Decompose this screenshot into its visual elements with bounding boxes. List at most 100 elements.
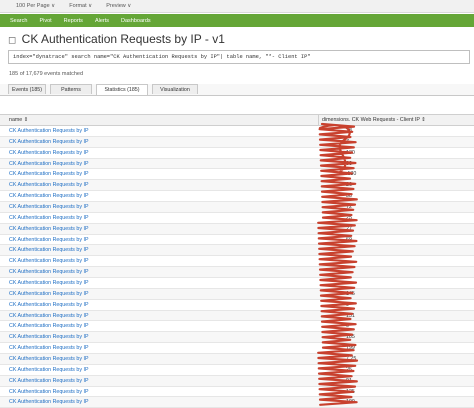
- row-client-ip: 0: [346, 323, 349, 330]
- row-client-ip: 9: [346, 301, 349, 308]
- nav-item-reports[interactable]: Reports: [64, 18, 83, 24]
- row-name-link[interactable]: CK Authentication Requests by IP: [9, 226, 89, 232]
- row-name-link[interactable]: CK Authentication Requests by IP: [9, 334, 89, 340]
- search-input[interactable]: index="dynatrace" search name="CK Authen…: [8, 50, 470, 64]
- table-row: CK Authentication Requests by IP 9: [0, 300, 474, 311]
- row-client-ip: 130: [346, 149, 355, 156]
- results-tabs: Events (185) Patterns Statistics (185) V…: [0, 84, 474, 96]
- row-client-ip: 25: [346, 366, 352, 373]
- row-client-ip: 145: [346, 290, 355, 297]
- per-page-dropdown[interactable]: 100 Per Page ∨: [16, 3, 55, 9]
- table-row: CK Authentication Requests by IP 69: [0, 235, 474, 246]
- nav-item-search[interactable]: Search: [10, 18, 27, 24]
- row-name-link[interactable]: CK Authentication Requests by IP: [9, 139, 89, 145]
- table-row: CK Authentication Requests by IP 38: [0, 191, 474, 203]
- nav-item-pivot[interactable]: Pivot: [39, 18, 51, 24]
- table-row: CK Authentication Requests by IP 91: [0, 375, 474, 387]
- row-client-ip: 185: [346, 334, 355, 341]
- row-name-link[interactable]: CK Authentication Requests by IP: [9, 399, 89, 405]
- results-toolbar: 100 Per Page ∨ Format ∨ Preview ∨: [0, 0, 474, 13]
- row-name-link[interactable]: CK Authentication Requests by IP: [9, 204, 89, 210]
- page-title: CK Authentication Requests by IP - v1: [21, 32, 225, 46]
- preview-dropdown[interactable]: Preview ∨: [106, 3, 131, 9]
- tab-patterns[interactable]: Patterns: [50, 84, 92, 94]
- row-name-link[interactable]: CK Authentication Requests by IP: [9, 182, 89, 188]
- row-client-ip: 131: [346, 312, 355, 319]
- row-name-link[interactable]: CK Authentication Requests by IP: [9, 378, 89, 384]
- tab-statistics[interactable]: Statistics (185): [96, 84, 148, 95]
- row-client-ip: 69: [346, 236, 352, 243]
- table-row: CK Authentication Requests by IP 25: [0, 213, 474, 224]
- table-row: CK Authentication Requests by IP: [0, 256, 474, 268]
- row-name-link[interactable]: CK Authentication Requests by IP: [9, 247, 89, 253]
- row-name-link[interactable]: CK Authentication Requests by IP: [9, 356, 89, 362]
- table-row: CK Authentication Requests by IP 125: [0, 387, 474, 398]
- table-row: CK Authentication Requests by IP 25: [0, 365, 474, 376]
- table-row: CK Authentication Requests by IP 27: [0, 223, 474, 235]
- row-client-ip: .130: [346, 171, 357, 178]
- row-name-link[interactable]: CK Authentication Requests by IP: [9, 345, 89, 351]
- tab-events[interactable]: Events (185): [8, 84, 46, 94]
- page-title-row: ◻ CK Authentication Requests by IP - v1: [8, 32, 225, 46]
- row-client-ip: 27: [346, 225, 352, 232]
- table-body: CK Authentication Requests by IP 28 CK Aut…: [0, 126, 474, 408]
- tab-visualization[interactable]: Visualization: [152, 84, 198, 94]
- row-name-link[interactable]: CK Authentication Requests by IP: [9, 269, 89, 275]
- table-row: CK Authentication Requests by IP 199: [0, 343, 474, 355]
- table-row: CK Authentication Requests by IP: [0, 245, 474, 257]
- row-client-ip: 125: [346, 388, 355, 395]
- table-row: CK Authentication Requests by IP: [0, 278, 474, 289]
- row-name-link[interactable]: CK Authentication Requests by IP: [9, 367, 89, 373]
- row-name-link[interactable]: CK Authentication Requests by IP: [9, 313, 89, 319]
- row-client-ip: 28: [346, 128, 352, 134]
- row-client-ip: 25: [346, 214, 352, 221]
- row-client-ip: 199: [346, 345, 355, 352]
- nav-item-alerts[interactable]: Alerts: [95, 18, 109, 24]
- table-row: CK Authentication Requests by IP 72: [0, 202, 474, 213]
- table-row: CK Authentication Requests by IP 7.25: [0, 354, 474, 365]
- row-name-link[interactable]: CK Authentication Requests by IP: [9, 291, 89, 297]
- row-name-link[interactable]: CK Authentication Requests by IP: [9, 302, 89, 308]
- column-header-name[interactable]: name ⇕: [9, 117, 28, 123]
- column-header-client-ip[interactable]: dimensions. CK Web Requests - Client IP …: [322, 117, 426, 123]
- row-name-link[interactable]: CK Authentication Requests by IP: [9, 161, 89, 167]
- column-divider: [318, 115, 319, 125]
- table-row: CK Authentication Requests by IP 7: [0, 136, 474, 148]
- row-name-link[interactable]: CK Authentication Requests by IP: [9, 280, 89, 286]
- statistics-table: name ⇕ dimensions. CK Web Requests - Cli…: [0, 114, 474, 408]
- row-client-ip: 91: [346, 377, 352, 384]
- table-row: CK Authentication Requests by IP 199: [0, 397, 474, 408]
- row-client-ip: 7: [346, 138, 349, 145]
- row-client-ip: 38: [346, 193, 352, 200]
- events-matched-count: 185 of 17,679 events matched: [9, 71, 83, 77]
- row-name-link[interactable]: CK Authentication Requests by IP: [9, 150, 89, 156]
- table-row: CK Authentication Requests by IP .130: [0, 169, 474, 181]
- row-name-link[interactable]: CK Authentication Requests by IP: [9, 215, 89, 221]
- row-name-link[interactable]: CK Authentication Requests by IP: [9, 323, 89, 329]
- table-row: CK Authentication Requests by IP 0: [0, 321, 474, 333]
- row-client-ip: 30: [346, 160, 352, 167]
- row-name-link[interactable]: CK Authentication Requests by IP: [9, 389, 89, 395]
- table-row: CK Authentication Requests by IP 185: [0, 332, 474, 344]
- row-name-link[interactable]: CK Authentication Requests by IP: [9, 237, 89, 243]
- row-name-link[interactable]: CK Authentication Requests by IP: [9, 193, 89, 199]
- table-row: CK Authentication Requests by IP 130: [0, 148, 474, 159]
- row-name-link[interactable]: CK Authentication Requests by IP: [9, 128, 89, 134]
- table-row: CK Authentication Requests by IP: [0, 267, 474, 279]
- row-client-ip: 199: [346, 399, 355, 406]
- table-row: CK Authentication Requests by IP 26: [0, 180, 474, 192]
- table-row: CK Authentication Requests by IP 28: [0, 126, 474, 137]
- table-header: name ⇕ dimensions. CK Web Requests - Cli…: [0, 115, 474, 126]
- row-client-ip: 26: [346, 182, 352, 189]
- row-name-link[interactable]: CK Authentication Requests by IP: [9, 258, 89, 264]
- collapse-icon[interactable]: ◻: [8, 35, 16, 46]
- app-nav-bar: Search Pivot Reports Alerts Dashboards: [0, 14, 474, 27]
- table-row: CK Authentication Requests by IP 131: [0, 310, 474, 322]
- table-row: CK Authentication Requests by IP 145: [0, 288, 474, 300]
- table-row: CK Authentication Requests by IP 30: [0, 158, 474, 170]
- row-client-ip: 72: [346, 204, 352, 211]
- row-client-ip: 7.25: [346, 356, 357, 363]
- format-dropdown[interactable]: Format ∨: [69, 3, 92, 9]
- nav-item-dashboards[interactable]: Dashboards: [121, 18, 151, 24]
- row-name-link[interactable]: CK Authentication Requests by IP: [9, 171, 89, 177]
